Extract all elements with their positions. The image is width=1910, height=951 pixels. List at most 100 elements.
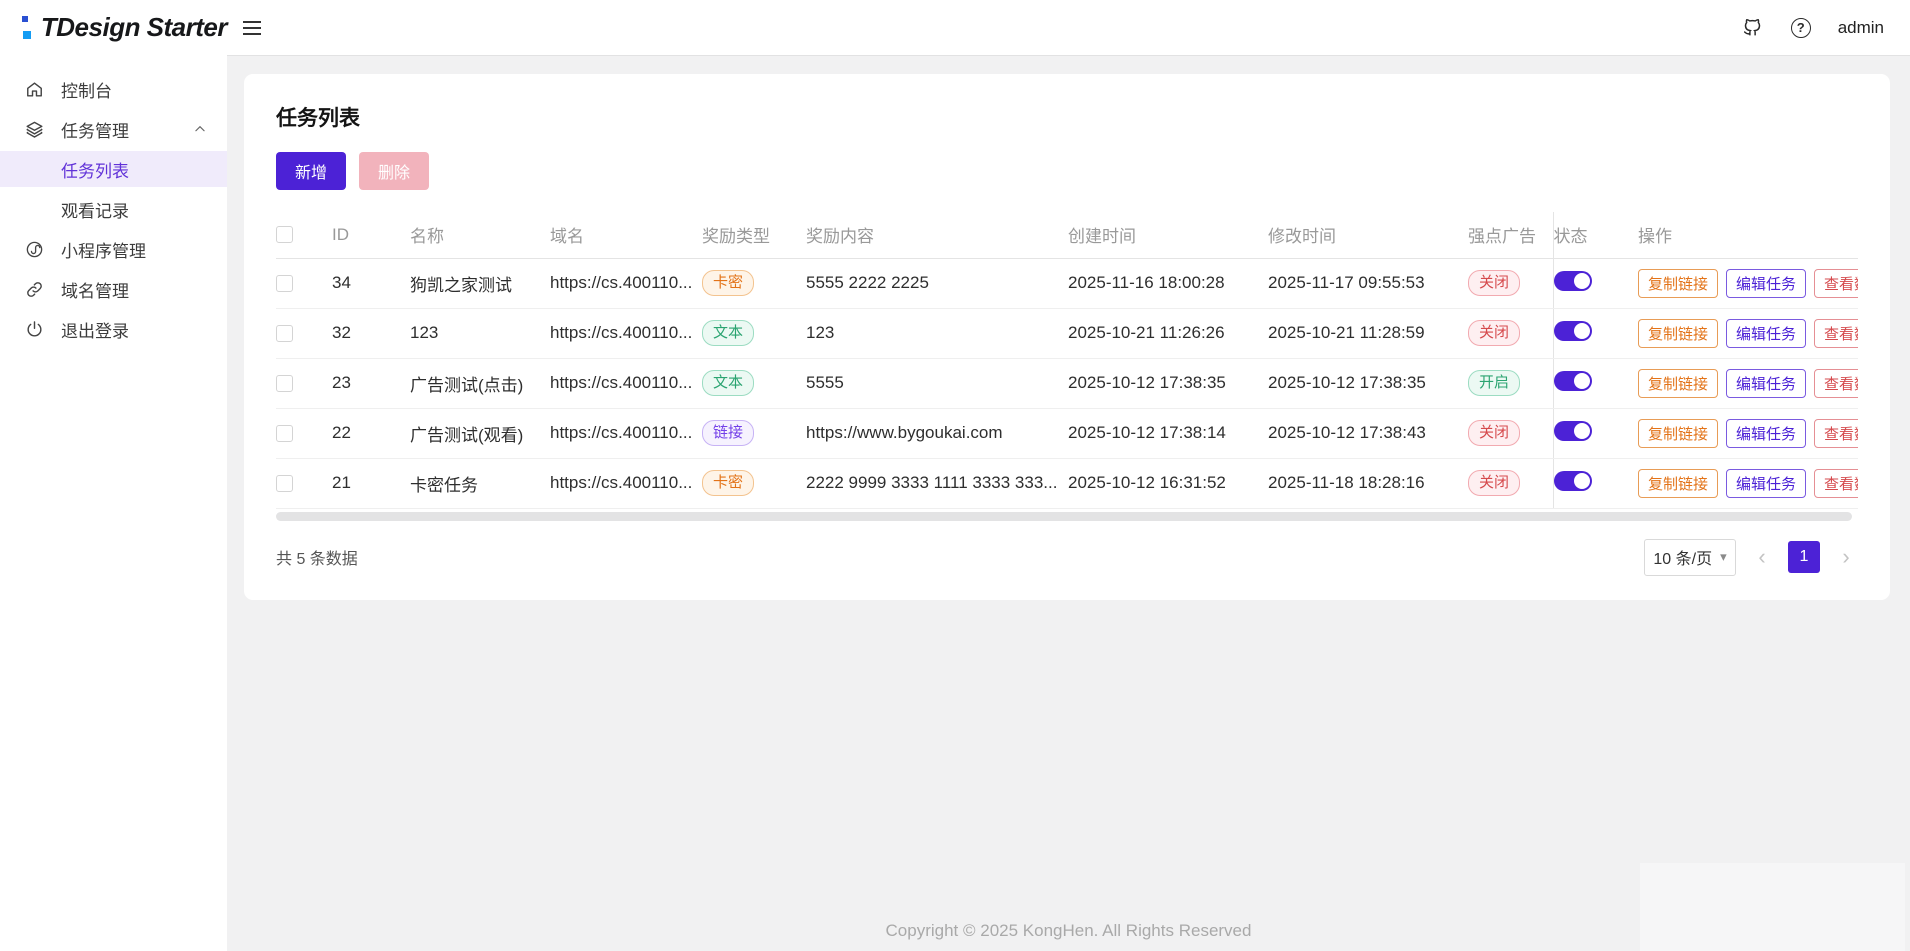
view-data-button[interactable]: 查看数据 [1814,369,1858,398]
sidebar-item-域名管理[interactable]: 域名管理 [0,271,227,307]
select-all-checkbox[interactable] [276,226,293,243]
edit-task-button[interactable]: 编辑任务 [1726,419,1806,448]
total-count-label: 共 5 条数据 [276,545,358,569]
sidebar-item-小程序管理[interactable]: 小程序管理 [0,231,227,267]
cell-created: 2025-10-12 16:31:52 [1068,458,1268,508]
edit-task-button[interactable]: 编辑任务 [1726,369,1806,398]
reward-type-tag: 链接 [702,420,754,446]
table-row: 34狗凯之家测试https://cs.400110...卡密5555 2222 … [276,258,1858,308]
col-header-domain: 域名 [550,212,702,258]
row-checkbox[interactable] [276,375,293,392]
app-logo[interactable]: TDesign Starter [0,12,227,43]
cell-name: 123 [410,308,550,358]
copy-link-button[interactable]: 复制链接 [1638,319,1718,348]
table-row: 23广告测试(点击)https://cs.400110...文本55552025… [276,358,1858,408]
add-button[interactable]: 新增 [276,152,346,190]
col-header-reward-content: 奖励内容 [806,212,1068,258]
sidebar-item-label: 观看记录 [61,197,129,222]
view-data-button[interactable]: 查看数据 [1814,419,1858,448]
cell-name: 广告测试(观看) [410,408,550,458]
sidebar-item-任务管理[interactable]: 任务管理 [0,111,227,147]
col-header-actions: 操作 [1638,212,1858,258]
edit-task-button[interactable]: 编辑任务 [1726,469,1806,498]
table-horizontal-scrollbar[interactable] [276,512,1852,521]
copy-link-button[interactable]: 复制链接 [1638,269,1718,298]
sidebar-item-控制台[interactable]: 控制台 [0,71,227,107]
next-page-button[interactable]: › [1834,541,1858,573]
status-toggle[interactable] [1554,271,1592,291]
table-row: 22广告测试(观看)https://cs.400110...链接https://… [276,408,1858,458]
copy-link-button[interactable]: 复制链接 [1638,419,1718,448]
row-checkbox[interactable] [276,275,293,292]
copy-link-button[interactable]: 复制链接 [1638,469,1718,498]
table-header-row: ID 名称 域名 奖励类型 奖励内容 创建时间 修改时间 强点广告 状态 操作 [276,212,1858,258]
sidebar-item-任务列表[interactable]: 任务列表 [0,151,227,187]
cell-id: 34 [332,258,410,308]
page-title: 任务列表 [276,102,1858,132]
prev-page-button[interactable]: ‹ [1750,541,1774,573]
sidebar-item-退出登录[interactable]: 退出登录 [0,311,227,347]
user-menu[interactable]: admin [1838,18,1884,38]
sidebar-item-观看记录[interactable]: 观看记录 [0,191,227,227]
cell-domain: https://cs.400110... [550,358,702,408]
status-toggle[interactable] [1554,421,1592,441]
force-ad-tag: 关闭 [1468,470,1520,496]
hamburger-icon[interactable] [243,16,267,40]
copy-link-button[interactable]: 复制链接 [1638,369,1718,398]
row-checkbox[interactable] [276,425,293,442]
status-toggle[interactable] [1554,471,1592,491]
sidebar-item-label: 域名管理 [61,277,129,302]
miniprogram-icon [24,239,44,259]
reward-type-tag: 卡密 [702,470,754,496]
app-header: TDesign Starter ? admin [0,0,1910,55]
cell-modified: 2025-10-12 17:38:43 [1268,408,1468,458]
cell-created: 2025-10-12 17:38:14 [1068,408,1268,458]
col-header-status: 状态 [1553,212,1638,258]
chevron-up-icon [193,122,207,136]
cell-name: 广告测试(点击) [410,358,550,408]
col-header-reward-type: 奖励类型 [702,212,806,258]
status-toggle[interactable] [1554,321,1592,341]
edit-task-button[interactable]: 编辑任务 [1726,269,1806,298]
force-ad-tag: 开启 [1468,370,1520,396]
force-ad-tag: 关闭 [1468,270,1520,296]
power-icon [24,319,44,339]
view-data-button[interactable]: 查看数据 [1814,319,1858,348]
task-list-card: 任务列表 新增 删除 ID 名称 域名 奖励类型 奖励内容 创建时间 [244,74,1890,600]
current-page-button[interactable]: 1 [1788,541,1820,573]
delete-button[interactable]: 删除 [359,152,429,190]
edit-task-button[interactable]: 编辑任务 [1726,319,1806,348]
cell-created: 2025-10-21 11:26:26 [1068,308,1268,358]
force-ad-tag: 关闭 [1468,320,1520,346]
force-ad-tag: 关闭 [1468,420,1520,446]
table-row: 21卡密任务https://cs.400110...卡密2222 9999 33… [276,458,1858,508]
view-data-button[interactable]: 查看数据 [1814,469,1858,498]
cell-created: 2025-10-12 17:38:35 [1068,358,1268,408]
cell-domain: https://cs.400110... [550,258,702,308]
cell-reward-content: 5555 [806,358,1068,408]
table-row: 32123https://cs.400110...文本1232025-10-21… [276,308,1858,358]
col-header-id: ID [332,212,410,258]
page-size-select[interactable]: 10 条/页 ▾ [1644,539,1736,576]
col-header-force-ad: 强点广告 [1468,212,1553,258]
help-icon[interactable]: ? [1790,17,1812,39]
col-header-modified: 修改时间 [1268,212,1468,258]
cell-modified: 2025-10-12 17:38:35 [1268,358,1468,408]
cell-modified: 2025-11-18 18:28:16 [1268,458,1468,508]
reward-type-tag: 卡密 [702,270,754,296]
sidebar-item-label: 控制台 [61,77,112,102]
row-checkbox[interactable] [276,475,293,492]
cell-domain: https://cs.400110... [550,308,702,358]
view-data-button[interactable]: 查看数据 [1814,269,1858,298]
main-content: 任务列表 新增 删除 ID 名称 域名 奖励类型 奖励内容 创建时间 [227,55,1910,951]
github-icon[interactable] [1742,17,1764,39]
home-icon [24,79,44,99]
cell-id: 23 [332,358,410,408]
cell-reward-content: 5555 2222 2225 [806,258,1068,308]
status-toggle[interactable] [1554,371,1592,391]
row-checkbox[interactable] [276,325,293,342]
cell-reward-content: 2222 9999 3333 1111 3333 333... [806,458,1068,508]
cell-reward-content: 123 [806,308,1068,358]
cell-modified: 2025-10-21 11:28:59 [1268,308,1468,358]
sidebar-item-label: 任务列表 [61,157,129,182]
